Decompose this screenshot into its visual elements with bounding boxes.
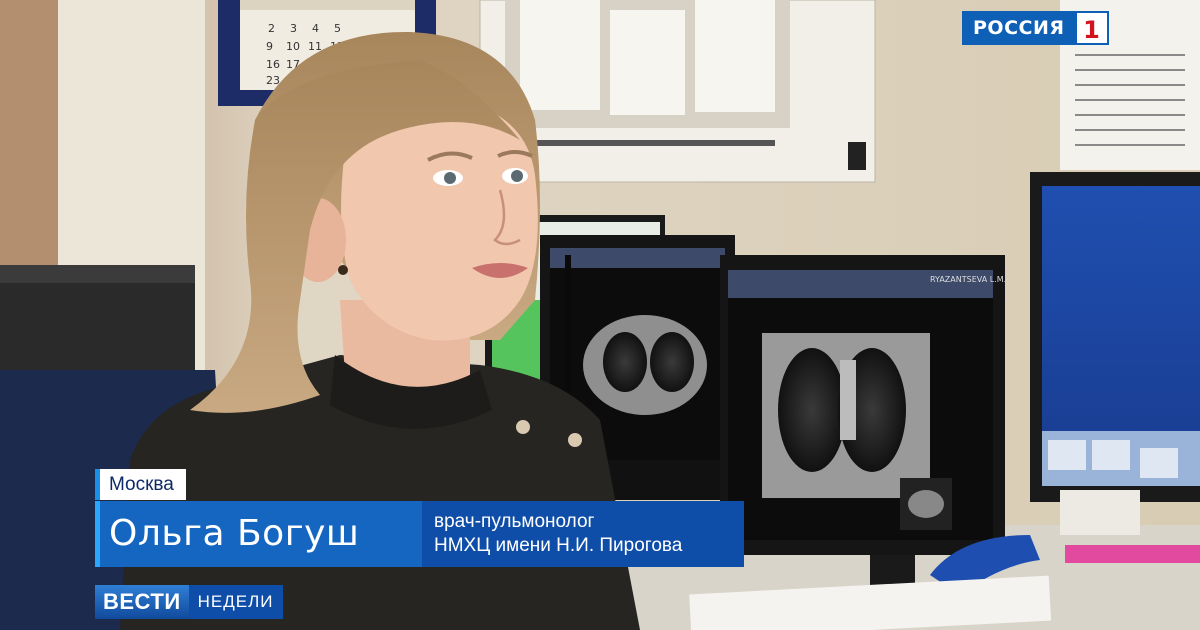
channel-number: 1 (1074, 11, 1109, 45)
svg-text:4: 4 (312, 22, 319, 35)
role-line-2: НМХЦ имени Н.И. Пирогова (434, 535, 683, 556)
svg-text:2: 2 (268, 22, 275, 35)
location-caption: Москва (95, 469, 186, 500)
x-ray-lightbox (479, 0, 876, 183)
svg-text:5: 5 (334, 22, 341, 35)
monitor-right (1030, 172, 1200, 502)
pink-folder (1065, 545, 1200, 563)
ct-monitor-coronal: RYAZANTSEVA L.M. (720, 255, 1006, 595)
program-name-main: ВЕСТИ (95, 585, 189, 619)
svg-text:3: 3 (290, 22, 297, 35)
role-line-1: врач-пульмонолог (434, 511, 595, 532)
svg-text:16: 16 (266, 58, 280, 71)
svg-text:RYAZANTSEVA L.M.: RYAZANTSEVA L.M. (930, 275, 1006, 284)
svg-text:10: 10 (286, 40, 300, 53)
channel-name: РОССИЯ (962, 11, 1075, 45)
program-name-sub: НЕДЕЛИ (188, 585, 283, 619)
person-name-caption: Ольга Богуш (95, 501, 422, 567)
channel-logo: РОССИЯ 1 (962, 11, 1109, 45)
role-caption: врач-пульмонолог НМХЦ имени Н.И. Пирогов… (422, 501, 744, 567)
program-logo: ВЕСТИ НЕДЕЛИ (95, 585, 283, 619)
svg-text:9: 9 (266, 40, 273, 53)
